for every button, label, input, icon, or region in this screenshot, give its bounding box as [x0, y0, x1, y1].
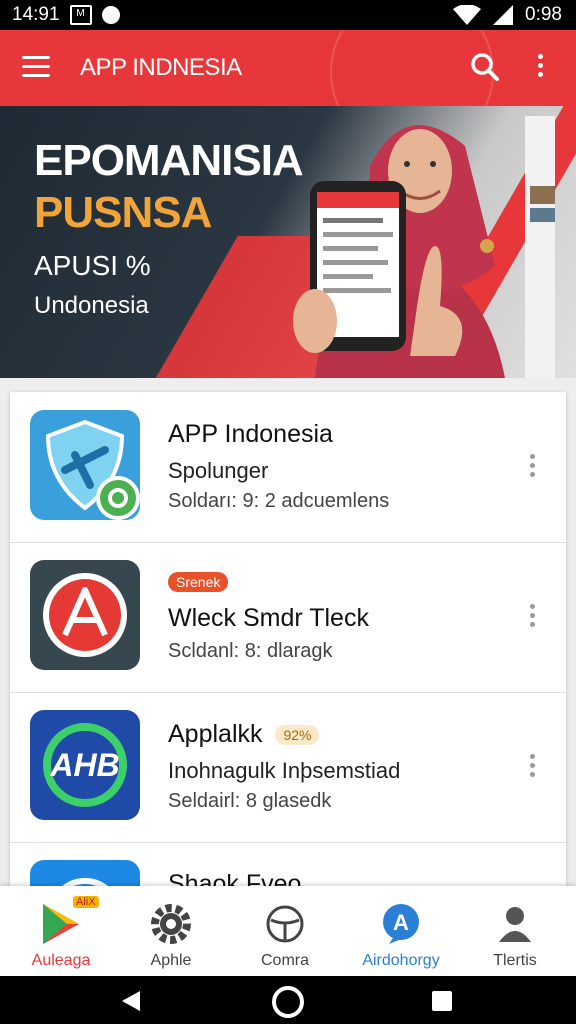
more-options-icon[interactable] — [530, 604, 538, 630]
back-icon[interactable] — [118, 988, 144, 1014]
status-time-right: 0:98 — [525, 4, 562, 25]
nav-item-airdohorgy[interactable]: A Airdohorgy — [346, 896, 456, 972]
bottom-navigation: AliX Auleaga Aphle Comra A Airdohorgy Tl… — [0, 886, 576, 976]
nav-item-tlertis[interactable]: Tlertis — [460, 896, 570, 972]
nav-label: Aphle — [150, 952, 192, 969]
app-meta: Soldarı: 9: 2 adcuemlens — [168, 490, 390, 512]
nav-label: Auleaga — [31, 952, 91, 969]
nav-label: Tlertis — [493, 952, 537, 969]
list-item[interactable]: AHB Applalkk 92% Inohnagulk Inþsemstiad … — [10, 692, 566, 843]
app-meta: Seldairl: 8 glasedk — [168, 790, 332, 812]
app-list: APP Indonesia Spolunger Soldarı: 9: 2 ad… — [10, 392, 566, 892]
banner-heading-1: EPOMANISIA — [34, 136, 304, 185]
banner-subheading: APUSI % — [34, 250, 151, 281]
promo-banner[interactable]: EPOMANISIA PUSNSA APUSI % Undonesia — [0, 106, 576, 378]
app-name: Applalkk — [168, 720, 263, 748]
nav-label: Comra — [260, 952, 309, 969]
signal-icon — [493, 5, 514, 25]
more-options-icon[interactable] — [530, 754, 538, 780]
app-title: APP INDNESIA — [80, 54, 242, 81]
app-name-row: Applalkk 92% — [168, 720, 320, 749]
person-icon — [493, 902, 537, 946]
red-a-app-icon — [30, 560, 140, 670]
status-bar: 14:91 M 0:98 — [0, 0, 576, 30]
recents-icon[interactable] — [430, 989, 454, 1013]
overflow-menu-icon[interactable] — [536, 54, 546, 82]
menu-icon[interactable] — [22, 56, 50, 78]
steering-icon — [263, 902, 307, 946]
list-item[interactable]: Srenek Wleck Smdr Tleck Scldanl: 8: dlar… — [10, 542, 566, 693]
ahb-app-icon: AHB — [30, 710, 140, 820]
home-icon[interactable] — [270, 984, 306, 1020]
app-bar: APP INDNESIA — [0, 30, 576, 106]
status-time-left: 14:91 — [12, 4, 60, 25]
banner-caption: Undonesia — [34, 292, 149, 319]
status-badge: Srenek — [168, 572, 229, 592]
nav-item-auleaga[interactable]: AliX Auleaga — [6, 896, 116, 972]
app-name: Wleck Smdr Tleck — [168, 604, 369, 632]
play-store-icon: AliX — [39, 896, 99, 946]
shield-app-icon — [30, 410, 140, 520]
app-name: APP Indonesia — [168, 420, 333, 448]
more-options-icon[interactable] — [530, 454, 538, 480]
app-subtitle: Inohnagulk Inþsemstiad — [168, 758, 401, 783]
search-icon[interactable] — [470, 52, 500, 82]
nav-item-comra[interactable]: Comra — [230, 896, 340, 972]
notification-icon: M — [69, 5, 92, 25]
nav-label: Airdohorgy — [362, 952, 440, 969]
list-item[interactable]: Shaok Fveo — [10, 842, 566, 892]
svg-text:A: A — [393, 910, 409, 935]
system-navigation-bar — [0, 976, 576, 1024]
banner-heading-2: PUSNSA — [34, 188, 212, 237]
svg-text:AHB: AHB — [49, 747, 119, 783]
rating-badge: 92% — [275, 725, 320, 746]
app-subtitle: Spolunger — [168, 458, 269, 483]
app-meta: Scldanl: 8: dlaragk — [168, 640, 333, 662]
a-chat-icon: A — [379, 902, 423, 946]
wifi-icon — [453, 5, 482, 25]
nav-badge: AliX — [73, 896, 99, 908]
whatsapp-icon — [101, 6, 120, 24]
nav-item-aphle[interactable]: Aphle — [116, 896, 226, 972]
list-item[interactable]: APP Indonesia Spolunger Soldarı: 9: 2 ad… — [10, 392, 566, 543]
gear-icon — [149, 902, 193, 946]
